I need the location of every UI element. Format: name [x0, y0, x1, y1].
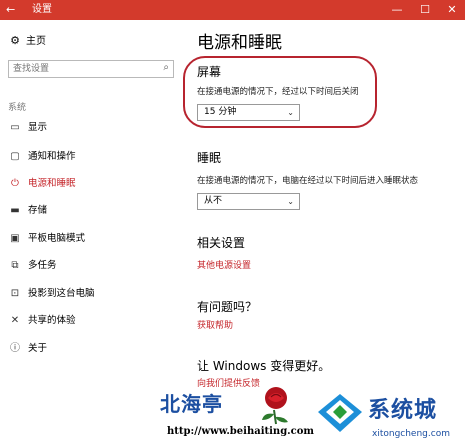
minimize-button[interactable]: —	[384, 0, 410, 20]
sidebar-item-storage[interactable]: ▬ 存储	[8, 204, 47, 218]
title-bar: ← 设置 — ☐ ✕	[0, 0, 465, 20]
help-heading: 有问题吗？	[197, 300, 258, 314]
sleep-timeout-value: 从不	[204, 196, 223, 206]
sidebar-item-shared-experiences[interactable]: ✕ 共享的体验	[8, 314, 76, 328]
sleep-timeout-dropdown[interactable]: 从不 ⌄	[197, 193, 300, 210]
sidebar-item-label: 平板电脑模式	[28, 233, 86, 244]
back-arrow-icon[interactable]: ←	[6, 2, 15, 18]
notification-icon: ▢	[10, 151, 20, 162]
brand-url: xitongcheng.com	[372, 429, 450, 439]
info-icon: ⓘ	[10, 343, 20, 354]
sidebar-item-about[interactable]: ⓘ 关于	[8, 342, 47, 356]
chevron-down-icon: ⌄	[287, 197, 294, 206]
sidebar-item-power-sleep[interactable]: ⏻ 电源和睡眠	[8, 177, 76, 191]
sleep-heading: 睡眠	[197, 151, 222, 165]
sidebar-item-tablet-mode[interactable]: ▣ 平板电脑模式	[8, 232, 85, 246]
sidebar-item-multitasking[interactable]: ⧉ 多任务	[8, 259, 57, 273]
project-icon: ⊡	[10, 288, 20, 299]
maximize-button[interactable]: ☐	[412, 0, 438, 20]
rose-logo	[262, 387, 288, 425]
sidebar-item-display[interactable]: ▭ 显示	[8, 121, 47, 135]
improve-windows-heading: 让 Windows 变得更好。	[197, 359, 331, 373]
highlight-annotation	[183, 56, 377, 128]
window-title: 设置	[32, 4, 52, 15]
get-help-link[interactable]: 获取帮助	[197, 320, 233, 332]
sidebar-item-label: 多任务	[28, 260, 57, 271]
sidebar-section-system: 系统	[8, 103, 27, 113]
sleep-description: 在接通电源的情况下，电脑在经过以下时间后进入睡眠状态	[197, 176, 419, 186]
watermark-text: 北海亭	[160, 392, 223, 416]
sidebar-item-label: 投影到这台电脑	[28, 288, 95, 299]
sidebar-item-notifications[interactable]: ▢ 通知和操作	[8, 150, 76, 164]
tablet-icon: ▣	[10, 233, 20, 244]
sidebar-home-label: 主页	[26, 36, 46, 47]
close-button[interactable]: ✕	[439, 0, 465, 20]
sidebar-item-label: 显示	[28, 122, 48, 133]
storage-icon: ▬	[10, 205, 20, 216]
sidebar-item-label: 共享的体验	[28, 315, 76, 326]
share-icon: ✕	[10, 315, 20, 326]
additional-power-settings-link[interactable]: 其他电源设置	[197, 260, 251, 272]
sidebar: ⚙ 主页 ⌕ 系统 ▭ 显示 ▢ 通知和操作 ⏻ 电源和睡眠 ▬ 存储 ▣ 平板电脑模式 ⧉…	[0, 20, 185, 445]
multitask-icon: ⧉	[11, 260, 19, 271]
monitor-icon: ▭	[10, 122, 20, 133]
power-icon: ⏻	[11, 178, 19, 189]
brand-logo	[318, 394, 362, 432]
sidebar-item-label: 存储	[28, 205, 48, 216]
related-settings-heading: 相关设置	[197, 236, 246, 250]
sidebar-item-label: 通知和操作	[28, 151, 76, 162]
sidebar-item-home[interactable]: ⚙ 主页	[8, 34, 46, 49]
gear-icon: ⚙	[10, 34, 20, 47]
sidebar-item-projecting[interactable]: ⊡ 投影到这台电脑	[8, 287, 95, 301]
search-input[interactable]	[13, 62, 153, 76]
brand-name: 系统城	[368, 398, 438, 423]
search-box[interactable]: ⌕	[8, 60, 174, 78]
sidebar-item-label: 电源和睡眠	[28, 178, 76, 189]
sidebar-item-label: 关于	[28, 343, 48, 354]
search-icon[interactable]: ⌕	[163, 62, 169, 73]
page-title: 电源和睡眠	[197, 33, 282, 53]
